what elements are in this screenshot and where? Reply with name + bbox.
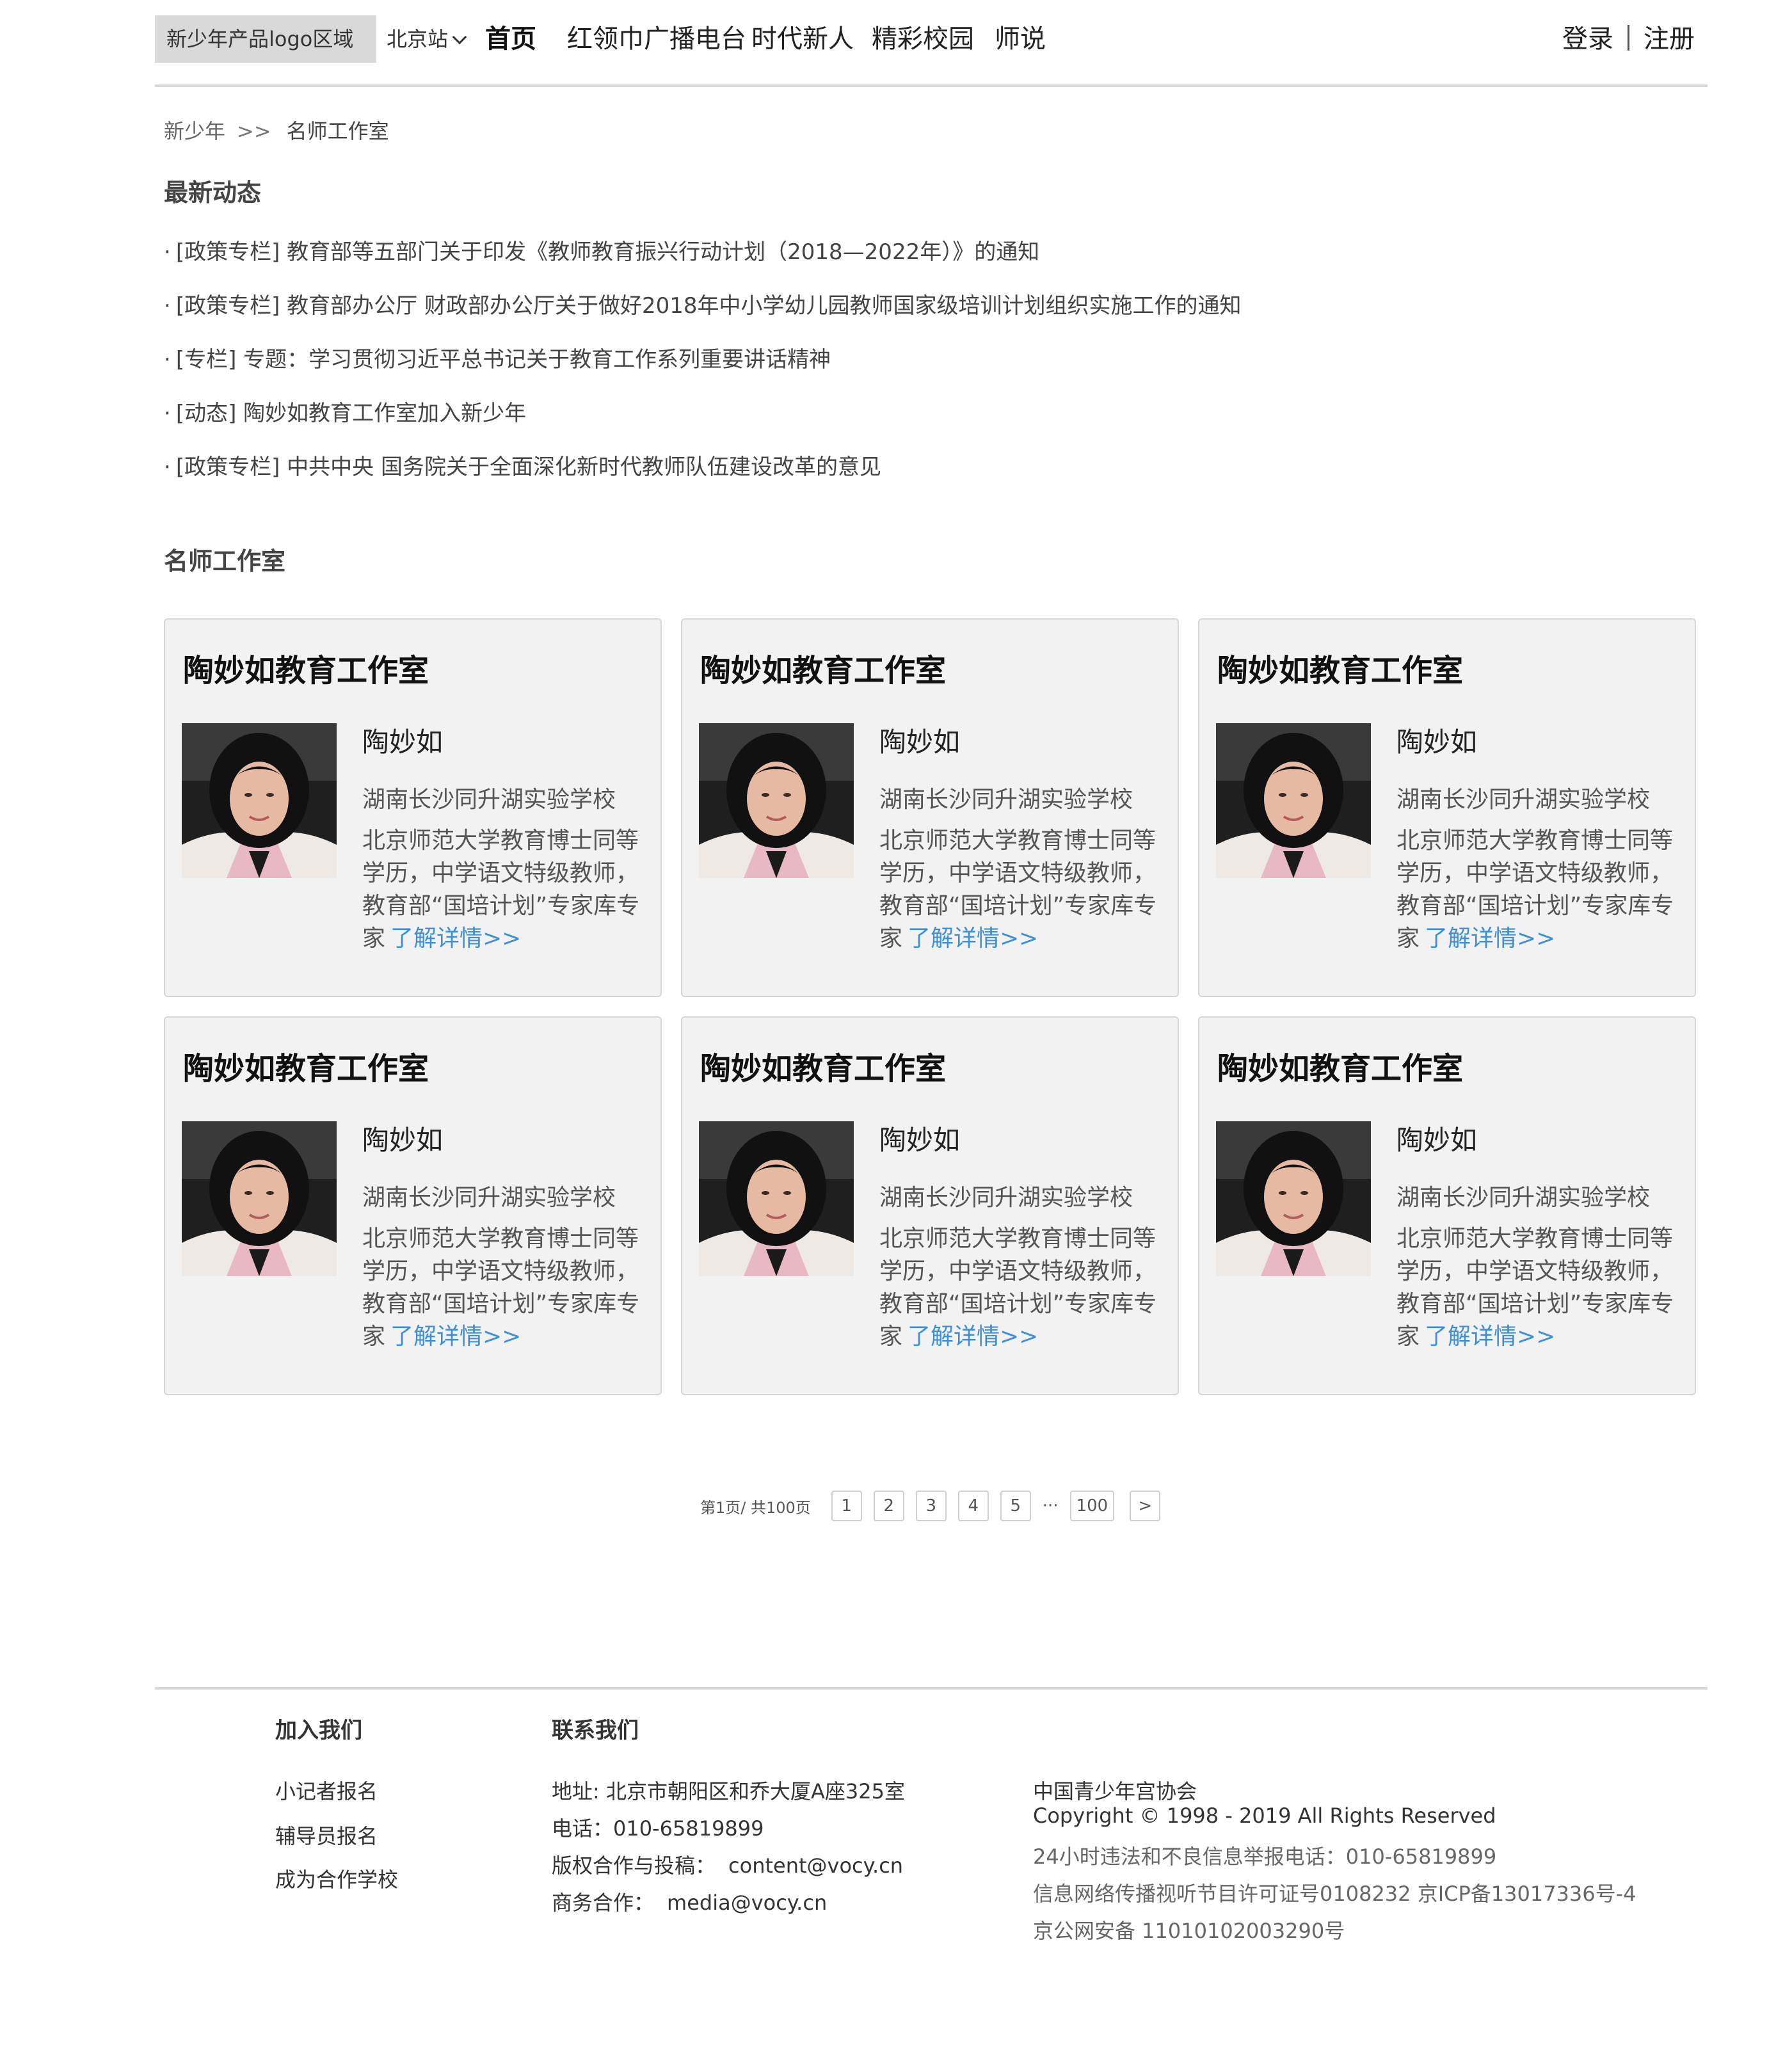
teacher-name: 陶妙如 (1396, 726, 1478, 758)
top-header: 新少年产品logo区域 北京站 首页 红领巾广播电台 时代新人 精彩校园 师说 … (155, 0, 1708, 87)
news-item[interactable]: · [动态] 陶妙如教育工作室加入新少年 (164, 398, 1241, 452)
pagination: 第1页/ 共100页 1 2 3 4 5 ··· 100 > (700, 1490, 1172, 1522)
page-ellipsis: ··· (1042, 1496, 1059, 1516)
learn-more-link[interactable]: 了解详情>> (390, 925, 521, 952)
teacher-description: 北京师范大学教育博士同等学历，中学语文特级教师，教育部“国培计划”专家库专家 了解… (362, 1226, 640, 1350)
footer-link-counselor[interactable]: 辅导员报名 (275, 1820, 378, 1850)
footer-divider (155, 1687, 1708, 1690)
latest-news-list: · [政策专栏] 教育部等五部门关于印发《教师教育振兴行动计划（2018—2022… (164, 237, 1241, 506)
footer-police-record: 京公网安备 11010102003290号 (1033, 1919, 1345, 1943)
teacher-description: 北京师范大学教育博士同等学历，中学语文特级教师，教育部“国培计划”专家库专家 了解… (362, 828, 640, 952)
page-info: 第1页/ 共100页 (700, 1498, 811, 1517)
teacher-school: 湖南长沙同升湖实验学校 (879, 1185, 1133, 1211)
teacher-name: 陶妙如 (362, 726, 444, 758)
news-item[interactable]: · [政策专栏] 教育部办公厅 财政部办公厅关于做好2018年中小学幼儿园教师国家… (164, 291, 1241, 344)
auth-divider (1628, 25, 1629, 51)
news-item[interactable]: · [政策专栏] 教育部等五部门关于印发《教师教育振兴行动计划（2018—2022… (164, 237, 1241, 291)
studio-title[interactable]: 陶妙如教育工作室 (183, 645, 429, 690)
studio-title[interactable]: 陶妙如教育工作室 (1217, 1043, 1463, 1088)
teacher-photo (1216, 723, 1371, 878)
teacher-name: 陶妙如 (879, 1124, 961, 1156)
studio-card[interactable]: 陶妙如教育工作室陶妙如湖南长沙同升湖实验学校北京师范大学教育博士同等学历，中学语… (164, 1016, 662, 1395)
studio-title[interactable]: 陶妙如教育工作室 (183, 1043, 429, 1088)
teacher-school: 湖南长沙同升湖实验学校 (362, 787, 616, 813)
nav-home[interactable]: 首页 (485, 15, 536, 63)
footer-contact-title: 联系我们 (552, 1718, 639, 1743)
learn-more-link[interactable]: 了解详情>> (390, 1324, 521, 1350)
footer-copyright: Copyright © 1998 - 2019 All Rights Reser… (1033, 1804, 1496, 1828)
teacher-photo (699, 723, 854, 878)
breadcrumb-root[interactable]: 新少年 (164, 119, 225, 143)
latest-news-title: 最新动态 (164, 179, 262, 207)
teacher-photo (182, 1121, 337, 1276)
teacher-school: 湖南长沙同升湖实验学校 (1396, 1185, 1651, 1211)
learn-more-link[interactable]: 了解详情>> (908, 925, 1038, 952)
page-button-3[interactable]: 3 (915, 1491, 947, 1521)
studio-card[interactable]: 陶妙如教育工作室陶妙如湖南长沙同升湖实验学校北京师范大学教育博士同等学历，中学语… (1198, 1016, 1696, 1395)
teacher-name: 陶妙如 (362, 1124, 444, 1156)
logo-area[interactable]: 新少年产品logo区域 (155, 15, 376, 63)
studio-card[interactable]: 陶妙如教育工作室陶妙如湖南长沙同升湖实验学校北京师范大学教育博士同等学历，中学语… (1198, 618, 1696, 997)
studio-card[interactable]: 陶妙如教育工作室陶妙如湖南长沙同升湖实验学校北京师范大学教育博士同等学历，中学语… (164, 618, 662, 997)
footer-license: 信息网络传播视听节目许可证号0108232 京ICP备13017336号-4 (1033, 1882, 1636, 1906)
news-item[interactable]: · [专栏] 专题：学习贯彻习近平总书记关于教育工作系列重要讲话精神 (164, 344, 1241, 398)
nav-new-era[interactable]: 时代新人 (751, 15, 854, 63)
page-button-5[interactable]: 5 (1000, 1491, 1031, 1521)
footer-phone: 电话：010-65819899 (552, 1816, 764, 1841)
learn-more-link[interactable]: 了解详情>> (1425, 925, 1555, 952)
city-label: 北京站 (387, 27, 449, 51)
footer-link-reporter[interactable]: 小记者报名 (275, 1775, 378, 1805)
login-link[interactable]: 登录 (1562, 24, 1613, 54)
teacher-school: 湖南长沙同升湖实验学校 (362, 1185, 616, 1211)
teacher-description: 北京师范大学教育博士同等学历，中学语文特级教师，教育部“国培计划”专家库专家 了解… (879, 828, 1157, 952)
breadcrumb: 新少年 >> 名师工作室 (164, 115, 389, 145)
learn-more-link[interactable]: 了解详情>> (1425, 1324, 1555, 1350)
news-item[interactable]: · [政策专栏] 中共中央 国务院关于全面深化新时代教师队伍建设改革的意见 (164, 452, 1241, 506)
teacher-name: 陶妙如 (1396, 1124, 1478, 1156)
footer-address: 地址: 北京市朝阳区和乔大厦A座325室 (552, 1779, 905, 1804)
nav-teachers[interactable]: 师说 (995, 15, 1046, 63)
teacher-school: 湖南长沙同升湖实验学校 (1396, 787, 1651, 813)
teacher-photo (699, 1121, 854, 1276)
footer-link-partner-school[interactable]: 成为合作学校 (275, 1864, 398, 1893)
auth-links: 登录 注册 (1562, 15, 1695, 63)
studio-card[interactable]: 陶妙如教育工作室陶妙如湖南长沙同升湖实验学校北京师范大学教育博士同等学历，中学语… (681, 618, 1179, 997)
footer-copyright-contact: 版权合作与投稿： content@vocy.cn (552, 1853, 904, 1878)
footer-join-title: 加入我们 (275, 1718, 362, 1743)
teacher-description: 北京师范大学教育博士同等学历，中学语文特级教师，教育部“国培计划”专家库专家 了解… (1396, 1226, 1674, 1350)
breadcrumb-current: 名师工作室 (286, 119, 389, 143)
studios-title: 名师工作室 (164, 547, 286, 575)
page-button-4[interactable]: 4 (957, 1491, 989, 1521)
studio-card[interactable]: 陶妙如教育工作室陶妙如湖南长沙同升湖实验学校北京师范大学教育博士同等学历，中学语… (681, 1016, 1179, 1395)
city-selector[interactable]: 北京站 (387, 15, 467, 63)
teacher-name: 陶妙如 (879, 726, 961, 758)
page-button-1[interactable]: 1 (831, 1491, 862, 1521)
page-button-2[interactable]: 2 (873, 1491, 904, 1521)
nav-campus[interactable]: 精彩校园 (872, 15, 974, 63)
teacher-description: 北京师范大学教育博士同等学历，中学语文特级教师，教育部“国培计划”专家库专家 了解… (1396, 828, 1674, 952)
teacher-school: 湖南长沙同升湖实验学校 (879, 787, 1133, 813)
teacher-description: 北京师范大学教育博士同等学历，中学语文特级教师，教育部“国培计划”专家库专家 了解… (879, 1226, 1157, 1350)
chevron-down-icon (452, 29, 467, 45)
register-link[interactable]: 注册 (1644, 24, 1695, 54)
footer-business-contact: 商务合作： media@vocy.cn (552, 1891, 828, 1915)
studio-title[interactable]: 陶妙如教育工作室 (700, 645, 946, 690)
studio-title[interactable]: 陶妙如教育工作室 (700, 1043, 946, 1088)
teacher-photo (1216, 1121, 1371, 1276)
footer-report-phone: 24小时违法和不良信息举报电话：010-65819899 (1033, 1844, 1497, 1869)
page-button-last[interactable]: 100 (1069, 1491, 1115, 1521)
learn-more-link[interactable]: 了解详情>> (908, 1324, 1038, 1350)
studio-title[interactable]: 陶妙如教育工作室 (1217, 645, 1463, 690)
footer-org: 中国青少年宫协会 (1033, 1779, 1197, 1804)
business-email[interactable]: media@vocy.cn (667, 1891, 827, 1915)
nav-radio[interactable]: 红领巾广播电台 (567, 15, 746, 63)
breadcrumb-separator: >> (237, 119, 271, 143)
copyright-email[interactable]: content@vocy.cn (728, 1853, 903, 1878)
next-page-button[interactable]: > (1130, 1491, 1161, 1521)
teacher-photo (182, 723, 337, 878)
